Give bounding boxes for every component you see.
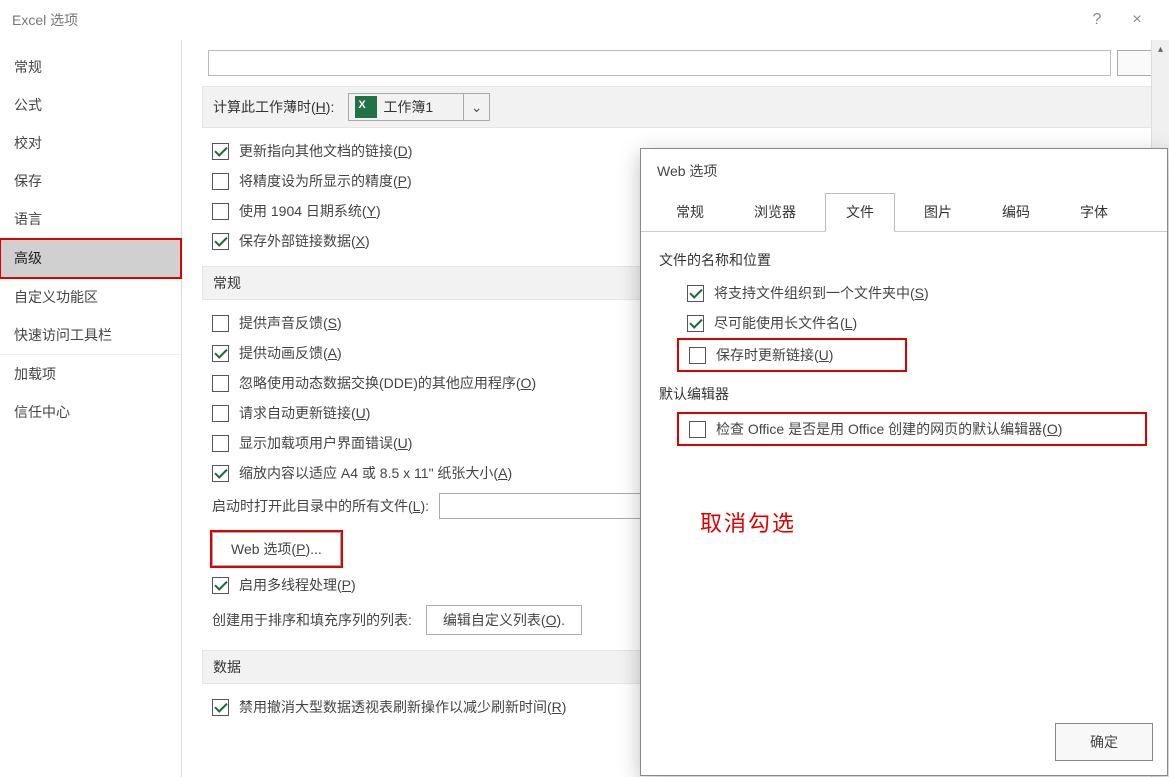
checkbox[interactable] [689, 347, 706, 364]
opt-organize-folder[interactable]: 将支持文件组织到一个文件夹中(S) [677, 278, 1149, 308]
checkbox[interactable] [212, 173, 229, 190]
tab-encoding[interactable]: 编码 [981, 193, 1051, 231]
titlebar: Excel 选项 ? × [0, 0, 1169, 40]
workbook-select[interactable]: 工作簿1 ⌄ [348, 93, 490, 121]
checkbox[interactable] [212, 435, 229, 452]
close-icon[interactable]: × [1117, 0, 1157, 40]
scroll-up-icon[interactable]: ▴ [1152, 40, 1169, 58]
tab-browser[interactable]: 浏览器 [733, 193, 817, 231]
nav-advanced[interactable]: 高级 [0, 239, 181, 278]
checkbox[interactable] [212, 203, 229, 220]
help-icon[interactable]: ? [1077, 0, 1117, 40]
annotation-uncheck: 取消勾选 [700, 506, 796, 538]
excel-icon [355, 96, 377, 118]
opt-long-filenames[interactable]: 尽可能使用长文件名(L) [677, 308, 1149, 338]
checkbox[interactable] [212, 345, 229, 362]
nav-general[interactable]: 常规 [0, 48, 181, 86]
checkbox[interactable] [687, 315, 704, 332]
checkbox[interactable] [212, 233, 229, 250]
window-title: Excel 选项 [12, 10, 78, 30]
sort-label: 创建用于排序和填充序列的列表: [212, 610, 412, 630]
web-options-tabs: 常规 浏览器 文件 图片 编码 字体 [641, 193, 1167, 232]
ok-button[interactable]: 确定 [1055, 723, 1153, 761]
top-button[interactable] [1117, 50, 1155, 76]
group-default-editor: 默认编辑器 [659, 384, 1149, 404]
nav-formulas[interactable]: 公式 [0, 86, 181, 124]
edit-custom-lists-button[interactable]: 编辑自定义列表(O). [426, 605, 582, 635]
opt-check-default-editor[interactable]: 检查 Office 是否是用 Office 创建的网页的默认编辑器(O) [677, 412, 1147, 446]
nav-sidebar: 常规 公式 校对 保存 语言 高级 自定义功能区 快速访问工具栏 加载项 信任中… [0, 40, 182, 777]
checkbox[interactable] [212, 315, 229, 332]
nav-addins[interactable]: 加载项 [0, 355, 181, 393]
nav-quick-access[interactable]: 快速访问工具栏 [0, 316, 181, 355]
top-field[interactable] [208, 50, 1111, 76]
checkbox[interactable] [212, 699, 229, 716]
calc-header: 计算此工作薄时(H): 工作簿1 ⌄ [202, 86, 1155, 128]
nav-save[interactable]: 保存 [0, 162, 181, 200]
checkbox[interactable] [689, 421, 706, 438]
checkbox[interactable] [212, 143, 229, 160]
web-options-button[interactable]: Web 选项(P)... [212, 532, 341, 566]
workbook-name: 工作簿1 [383, 97, 463, 117]
checkbox[interactable] [212, 465, 229, 482]
checkbox[interactable] [212, 405, 229, 422]
tab-fonts[interactable]: 字体 [1059, 193, 1129, 231]
tab-pictures[interactable]: 图片 [903, 193, 973, 231]
nav-customize-ribbon[interactable]: 自定义功能区 [0, 278, 181, 316]
chevron-down-icon[interactable]: ⌄ [463, 94, 489, 120]
group-file-names: 文件的名称和位置 [659, 250, 1149, 270]
nav-language[interactable]: 语言 [0, 200, 181, 239]
tab-files[interactable]: 文件 [825, 193, 895, 232]
nav-proofing[interactable]: 校对 [0, 124, 181, 162]
web-options-title: Web 选项 [641, 149, 1167, 193]
tab-general[interactable]: 常规 [655, 193, 725, 231]
nav-trust-center[interactable]: 信任中心 [0, 393, 181, 431]
checkbox[interactable] [212, 577, 229, 594]
checkbox[interactable] [687, 285, 704, 302]
web-options-body: 文件的名称和位置 将支持文件组织到一个文件夹中(S) 尽可能使用长文件名(L) … [641, 232, 1167, 458]
web-options-dialog: Web 选项 常规 浏览器 文件 图片 编码 字体 文件的名称和位置 将支持文件… [640, 148, 1168, 776]
opt-update-links-on-save[interactable]: 保存时更新链接(U) [677, 338, 907, 372]
checkbox[interactable] [212, 375, 229, 392]
